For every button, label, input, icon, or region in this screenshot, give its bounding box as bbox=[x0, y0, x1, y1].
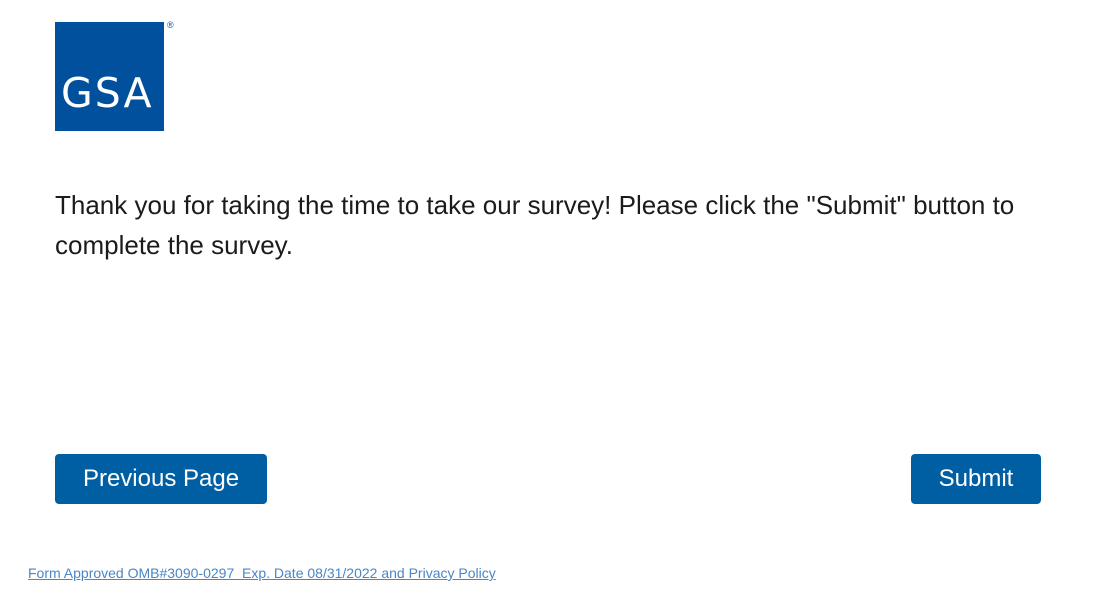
omb-privacy-policy-link[interactable]: Form Approved OMB#3090-0297 Exp. Date 08… bbox=[28, 565, 496, 581]
previous-page-button[interactable]: Previous Page bbox=[55, 454, 267, 504]
registered-trademark: ® bbox=[167, 20, 174, 30]
submit-button[interactable]: Submit bbox=[911, 454, 1041, 504]
gsa-logo-text: GSA bbox=[61, 69, 154, 117]
thank-you-message: Thank you for taking the time to take ou… bbox=[55, 190, 1015, 260]
gsa-logo: GSA bbox=[55, 22, 164, 131]
